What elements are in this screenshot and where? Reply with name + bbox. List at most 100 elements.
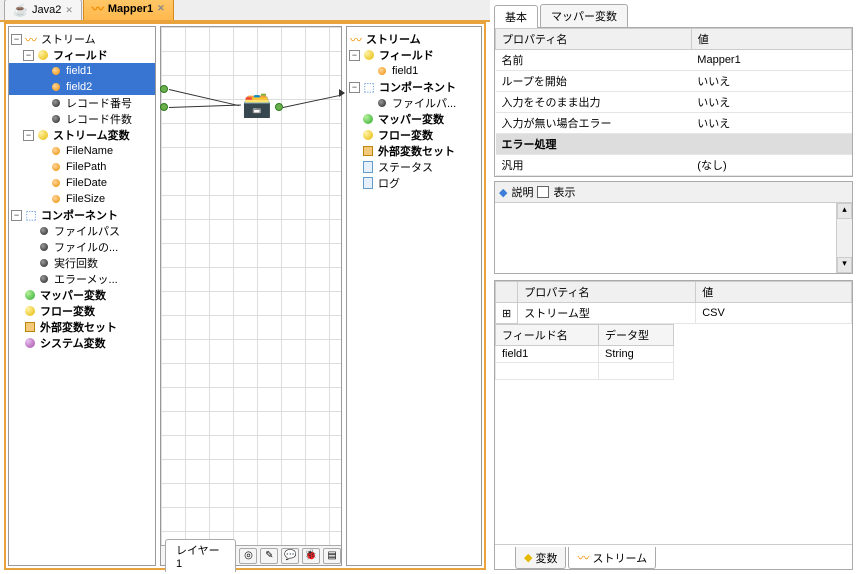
canvas-tool-2[interactable]: ✎ xyxy=(260,548,278,564)
puzzle-icon: ⬚ xyxy=(362,80,376,94)
canvas-tool-3[interactable]: 💬 xyxy=(281,548,299,564)
tab-mapper-var[interactable]: マッパー変数 xyxy=(540,4,628,27)
expand-icon[interactable]: ⊞ xyxy=(496,303,518,324)
column-header: プロパティ名 xyxy=(524,287,589,299)
tree-item-filename[interactable]: FileName xyxy=(9,143,155,159)
tab-stream[interactable]: 〰ストリーム xyxy=(568,547,656,569)
column-header: 値 xyxy=(698,34,709,46)
show-checkbox[interactable] xyxy=(537,186,549,198)
tree-item-stream[interactable]: − 〰 ストリーム xyxy=(9,31,155,47)
tree-item-mappervar[interactable]: マッパー変数 xyxy=(347,111,481,127)
canvas-tool-5[interactable]: ▤ xyxy=(323,548,341,564)
collapse-icon[interactable]: − xyxy=(349,82,360,93)
field-icon xyxy=(375,64,389,78)
description-textarea[interactable]: ▴ ▾ xyxy=(495,203,852,273)
tree-item-component[interactable]: − ⬚ コンポーネント xyxy=(9,207,155,223)
tree-item-filesize[interactable]: FileSize xyxy=(9,191,155,207)
scrollbar[interactable]: ▴ ▾ xyxy=(836,203,852,273)
table-row[interactable] xyxy=(496,363,674,380)
tree-item-streamvar[interactable]: − ストリーム変数 xyxy=(9,127,155,143)
box-icon xyxy=(361,144,375,158)
canvas-toolbar: レイヤー1 ◎ ✎ 💬 🐞 ▤ xyxy=(161,545,341,565)
tree-item-extvarset[interactable]: 外部変数セット xyxy=(347,143,481,159)
tree-item-mappervar[interactable]: マッパー変数 xyxy=(9,287,155,303)
mapper-function-node[interactable]: 🗃️ xyxy=(241,89,273,121)
field-group-icon xyxy=(362,48,376,62)
collapse-icon[interactable]: − xyxy=(23,130,34,141)
tree-item-filedate[interactable]: FileDate xyxy=(9,175,155,191)
table-row[interactable]: ループを開始いいえ xyxy=(496,71,852,92)
input-port[interactable] xyxy=(160,85,168,93)
tree-item-comp-execcount[interactable]: 実行回数 xyxy=(9,255,155,271)
field-icon xyxy=(49,176,63,190)
puzzle-icon: ⬚ xyxy=(24,208,38,222)
canvas-tool-4[interactable]: 🐞 xyxy=(302,548,320,564)
mapper-editor: − 〰 ストリーム − フィールド field1 xyxy=(4,22,486,570)
tab-variables[interactable]: ◆変数 xyxy=(515,547,566,569)
attr-icon xyxy=(37,240,51,254)
tree-item-comp-fileno[interactable]: ファイルの... xyxy=(9,239,155,255)
yellow-dot-icon xyxy=(23,304,37,318)
collapse-icon[interactable]: − xyxy=(349,50,360,61)
tab-java[interactable]: ☕ Java2 ✕ xyxy=(4,0,82,20)
collapse-icon[interactable]: − xyxy=(11,210,22,221)
stream-icon: 〰 xyxy=(349,32,363,46)
table-row[interactable]: ⊞ストリーム型CSV xyxy=(496,303,852,324)
tree-item-field1[interactable]: field1 xyxy=(9,63,155,79)
tree-item-field1[interactable]: field1 xyxy=(347,63,481,79)
scroll-up-icon[interactable]: ▴ xyxy=(837,203,852,219)
tree-item-comp-filepath[interactable]: ファイルパ... xyxy=(347,95,481,111)
scroll-down-icon[interactable]: ▾ xyxy=(837,257,852,273)
tree-item-comp-errmsg[interactable]: エラーメッ... xyxy=(9,271,155,287)
close-icon[interactable]: ✕ xyxy=(65,5,73,16)
output-tree-pane: 〰ストリーム −フィールド field1 −⬚コンポーネント ファイルパ... … xyxy=(346,26,482,566)
tree-item-sysvar[interactable]: システム変数 xyxy=(9,335,155,351)
node-out-port[interactable] xyxy=(275,103,283,111)
tree-item-stream[interactable]: 〰ストリーム xyxy=(347,31,481,47)
mapper-icon: 〰 xyxy=(92,0,104,17)
tree-item-filepath[interactable]: FilePath xyxy=(9,159,155,175)
table-row[interactable]: 名前Mapper1 xyxy=(496,50,852,71)
tree-item-status[interactable]: ステータス xyxy=(347,159,481,175)
tree-item-reccount[interactable]: レコード件数 xyxy=(9,111,155,127)
column-header: データ型 xyxy=(605,330,649,342)
show-label: 表示 xyxy=(553,184,575,200)
table-row[interactable]: エラー処理 xyxy=(496,134,852,155)
field-icon xyxy=(49,64,63,78)
tree-item-flowvar[interactable]: フロー変数 xyxy=(9,303,155,319)
tree-item-field[interactable]: − フィールド xyxy=(9,47,155,63)
vars-icon: ◆ xyxy=(524,551,532,564)
stream-properties: プロパティ名値 ⊞ストリーム型CSV フィールド名データ型 field1Stri… xyxy=(494,280,853,570)
mapper-canvas[interactable]: 🗃️ レイヤー1 ◎ ✎ 💬 🐞 ▤ xyxy=(160,26,342,566)
layer-tab[interactable]: レイヤー1 xyxy=(165,539,236,572)
table-row[interactable]: field1String xyxy=(496,346,674,363)
attr-icon xyxy=(37,272,51,286)
tree-item-comp-filepath[interactable]: ファイルパス xyxy=(9,223,155,239)
tree-item-log[interactable]: ログ xyxy=(347,175,481,191)
arrow-head-icon xyxy=(339,89,345,97)
description-section: ◆ 説明 表示 ▴ ▾ xyxy=(494,181,853,274)
tree-item-component[interactable]: −⬚コンポーネント xyxy=(347,79,481,95)
attr-icon xyxy=(49,112,63,126)
column-header: フィールド名 xyxy=(502,330,568,342)
tree-item-recno[interactable]: レコード番号 xyxy=(9,95,155,111)
collapse-icon[interactable]: − xyxy=(23,50,34,61)
tab-basic[interactable]: 基本 xyxy=(494,5,538,28)
property-panel: 基本 マッパー変数 プロパティ名 値 名前Mapper1 ループを開始いいえ 入力… xyxy=(490,0,857,574)
canvas-tool-1[interactable]: ◎ xyxy=(239,548,257,564)
tree-item-flowvar[interactable]: フロー変数 xyxy=(347,127,481,143)
table-row[interactable]: 汎用(なし) xyxy=(496,155,852,176)
collapse-icon[interactable]: − xyxy=(11,34,22,45)
tree-item-field2[interactable]: field2 xyxy=(9,79,155,95)
info-icon: ◆ xyxy=(499,186,507,199)
input-port[interactable] xyxy=(160,103,168,111)
table-row[interactable]: 入力をそのまま出力いいえ xyxy=(496,92,852,113)
stream-icon: 〰 xyxy=(24,32,38,46)
close-icon[interactable]: ✕ xyxy=(157,3,165,14)
tree-item-extvarset[interactable]: 外部変数セット xyxy=(9,319,155,335)
tree-item-field[interactable]: −フィールド xyxy=(347,47,481,63)
property-tab-strip: 基本 マッパー変数 xyxy=(494,4,853,28)
tab-mapper[interactable]: 〰 Mapper1 ✕ xyxy=(83,0,174,20)
table-row[interactable]: 入力が無い場合エラーいいえ xyxy=(496,113,852,134)
field-icon xyxy=(49,160,63,174)
